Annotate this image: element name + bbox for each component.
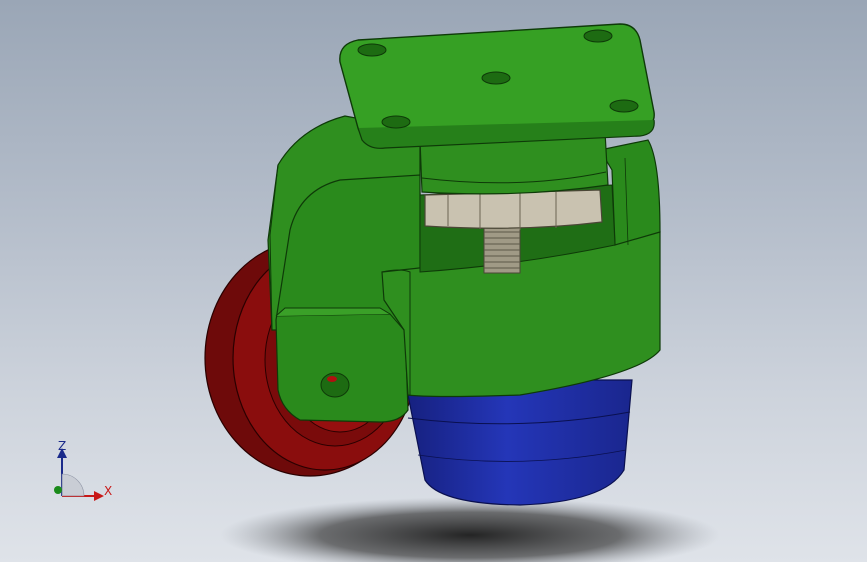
mounting-hole: [481, 71, 511, 85]
hex-nut: [424, 189, 603, 230]
coordinate-triad[interactable]: Z X: [40, 438, 120, 508]
mounting-hole: [381, 115, 411, 129]
y-axis-dot: [54, 486, 62, 494]
x-axis-label: X: [104, 484, 112, 498]
leveling-foot[interactable]: [404, 379, 633, 506]
x-arrow-icon: [94, 491, 104, 501]
graphics-viewport[interactable]: Z X: [0, 0, 867, 562]
mounting-hole: [609, 99, 639, 113]
mounting-plate[interactable]: [339, 23, 655, 149]
triad-plane: [61, 473, 85, 497]
floor-shadow: [220, 497, 720, 562]
caster-3d-model[interactable]: [0, 0, 867, 562]
mounting-hole: [583, 29, 613, 43]
threaded-stem: [483, 224, 521, 274]
mounting-hole: [357, 43, 387, 57]
z-axis-label: Z: [58, 439, 66, 453]
